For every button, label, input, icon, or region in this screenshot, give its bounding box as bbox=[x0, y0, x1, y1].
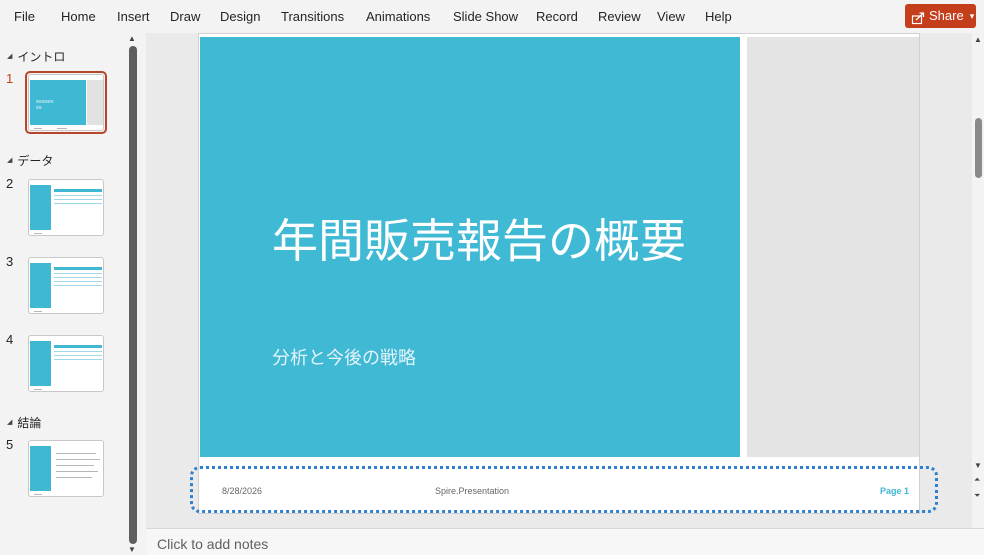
notes-pane[interactable]: Click to add notes bbox=[146, 528, 984, 555]
editor-scrollbar[interactable]: ▲ ▼ ⏶ ⏷ bbox=[972, 33, 984, 528]
section-header-conclusion[interactable]: ◢ 結論 bbox=[7, 414, 41, 430]
slide-thumbnail-2[interactable] bbox=[28, 179, 104, 236]
thumb-title-mark: ≡≡≡≡≡≡ ≡≡ bbox=[36, 99, 54, 111]
menu-slide-show[interactable]: Slide Show bbox=[453, 0, 518, 33]
share-icon bbox=[911, 9, 925, 25]
collapse-triangle-icon: ◢ bbox=[7, 53, 13, 60]
menu-design[interactable]: Design bbox=[220, 0, 260, 33]
menu-view[interactable]: View bbox=[657, 0, 685, 33]
side-gray-block bbox=[747, 37, 919, 457]
slide-number: 5 bbox=[6, 437, 14, 452]
chevron-down-icon: ▾ bbox=[969, 11, 975, 21]
footer-selection-highlight bbox=[190, 466, 938, 513]
section-header-intro[interactable]: ◢ イントロ bbox=[7, 48, 65, 64]
section-header-data[interactable]: ◢ データ bbox=[7, 152, 53, 168]
scroll-down-arrow-icon[interactable]: ▼ bbox=[128, 545, 136, 554]
menu-bar: File Home Insert Draw Design Transitions… bbox=[0, 0, 984, 33]
slide-title[interactable]: 年間販売報告の概要 bbox=[272, 216, 692, 267]
thumbnail-scrollbar[interactable]: ▲ ▼ bbox=[127, 33, 138, 555]
menu-file[interactable]: File bbox=[14, 0, 35, 33]
menu-record[interactable]: Record bbox=[536, 0, 578, 33]
slide-thumbnail-3[interactable] bbox=[28, 257, 104, 314]
slide-number: 1 bbox=[6, 71, 14, 86]
scroll-down-arrow-icon[interactable]: ▼ bbox=[974, 461, 982, 470]
share-label: Share bbox=[929, 8, 964, 23]
slide-subtitle[interactable]: 分析と今後の戦略 bbox=[272, 344, 672, 370]
slide-number: 4 bbox=[6, 332, 14, 347]
menu-help[interactable]: Help bbox=[705, 0, 732, 33]
menu-home[interactable]: Home bbox=[61, 0, 96, 33]
slide-number: 2 bbox=[6, 176, 14, 191]
menu-animations[interactable]: Animations bbox=[366, 0, 430, 33]
slide-thumbnail-4[interactable] bbox=[28, 335, 104, 392]
scroll-up-arrow-icon[interactable]: ▲ bbox=[974, 35, 982, 44]
slide-thumbnail-pane: ◢ イントロ 1 ≡≡≡≡≡≡ ≡≡ ◢ データ 2 3 4 ◢ 結論 5 bbox=[0, 33, 125, 555]
collapse-triangle-icon: ◢ bbox=[7, 419, 13, 426]
previous-slide-icon[interactable]: ⏶ bbox=[974, 475, 980, 485]
scroll-up-arrow-icon[interactable]: ▲ bbox=[128, 34, 136, 43]
thumbnail-scroll-thumb[interactable] bbox=[129, 46, 137, 544]
slide-number: 3 bbox=[6, 254, 14, 269]
section-label: 結論 bbox=[17, 415, 42, 430]
menu-insert[interactable]: Insert bbox=[117, 0, 150, 33]
menu-transitions[interactable]: Transitions bbox=[281, 0, 344, 33]
editor-scroll-thumb[interactable] bbox=[975, 118, 982, 178]
notes-placeholder[interactable]: Click to add notes bbox=[157, 536, 268, 552]
slide-thumbnail-5[interactable] bbox=[28, 440, 104, 497]
current-slide[interactable]: 年間販売報告の概要 分析と今後の戦略 8/28/2026 Spire.Prese… bbox=[198, 33, 920, 514]
menu-review[interactable]: Review bbox=[598, 0, 641, 33]
collapse-triangle-icon: ◢ bbox=[7, 157, 13, 164]
next-slide-icon[interactable]: ⏷ bbox=[974, 491, 980, 501]
section-label: イントロ bbox=[17, 49, 66, 64]
slide-thumbnail-1[interactable]: ≡≡≡≡≡≡ ≡≡ bbox=[28, 74, 104, 131]
share-button[interactable]: Share ▾ bbox=[905, 4, 976, 28]
menu-draw[interactable]: Draw bbox=[170, 0, 200, 33]
section-label: データ bbox=[17, 153, 54, 168]
